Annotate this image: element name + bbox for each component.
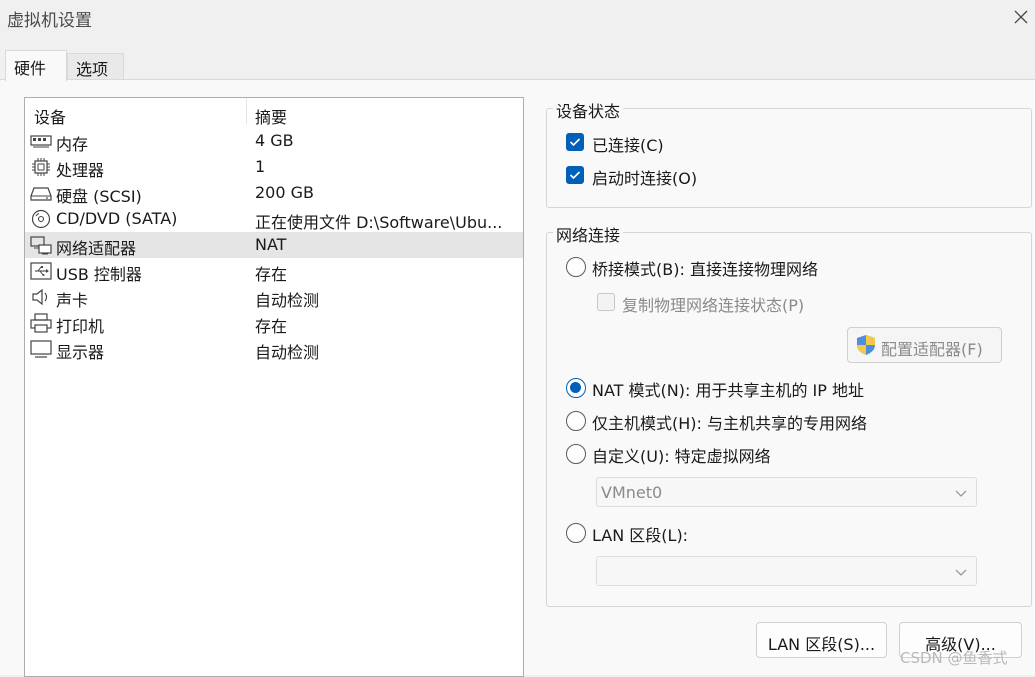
device-summary: 200 GB [255,183,314,202]
connect-at-power-on-checkbox[interactable] [566,166,584,184]
device-name: 网络适配器 [56,239,137,258]
window-title: 虚拟机设置 [7,11,92,31]
cd-dvd-icon [31,209,51,229]
bridged-label[interactable]: 桥接模式(B): 直接连接物理网络 [592,256,818,280]
shield-icon [857,335,875,355]
device-summary: 自动检测 [255,291,320,310]
device-list-header: 设备 摘要 [25,98,523,128]
column-header-summary[interactable]: 摘要 [255,104,287,128]
close-icon[interactable] [1010,6,1032,28]
nat-label[interactable]: NAT 模式(N): 用于共享主机的 IP 地址 [592,377,864,401]
device-name: CD/DVD (SATA) [56,209,178,228]
device-name: 声卡 [56,291,89,310]
chevron-down-icon [955,569,967,576]
device-name: 内存 [56,135,89,154]
device-name: 打印机 [56,317,105,336]
device-summary: 1 [255,157,266,176]
chevron-down-icon [955,490,967,497]
checkmark-icon [569,171,581,180]
device-summary: 正在使用文件 D:\Software\Ubu... [255,213,503,232]
custom-label[interactable]: 自定义(U): 特定虚拟网络 [592,443,771,467]
device-row-cd-dvd[interactable]: CD/DVD (SATA) 正在使用文件 D:\Software\Ubu... [25,206,523,232]
lan-segment-select[interactable] [596,556,977,586]
column-header-device[interactable]: 设备 [34,104,66,128]
device-row-sound-card[interactable]: 声卡 自动检测 [25,284,523,310]
monitor-icon [30,340,52,358]
connected-label[interactable]: 已连接(C) [592,132,664,156]
device-row-memory[interactable]: 内存 4 GB [25,128,523,154]
custom-radio[interactable] [566,444,586,464]
tab-hardware[interactable]: 硬件 [5,50,67,81]
tab-options[interactable]: 选项 [67,53,124,79]
device-summary: NAT [255,235,287,254]
speaker-icon [32,288,48,306]
device-name: 硬盘 (SCSI) [56,187,142,206]
title-bar: 虚拟机设置 [0,0,1035,38]
device-row-network-adapter[interactable]: 网络适配器 NAT [25,232,523,258]
device-status-group [546,108,1032,208]
device-name: 显示器 [56,343,105,362]
custom-network-value: VMnet0 [601,483,663,502]
replicate-state-checkbox[interactable] [597,293,615,311]
checkmark-icon [569,138,581,147]
device-list[interactable]: 设备 摘要 内存 4 GB 处理器 1 硬盘 (SCSI) 200 GB CD/… [24,97,524,677]
lan-segment-radio[interactable] [566,523,586,543]
network-connection-title: 网络连接 [553,222,624,246]
network-adapter-icon [30,236,52,255]
device-row-display[interactable]: 显示器 自动检测 [25,336,523,362]
device-row-processor[interactable]: 处理器 1 [25,154,523,180]
replicate-state-label[interactable]: 复制物理网络连接状态(P) [622,292,804,316]
bridged-radio[interactable] [566,257,586,277]
host-only-label[interactable]: 仅主机模式(H): 与主机共享的专用网络 [592,410,867,434]
device-row-usb-controller[interactable]: USB 控制器 存在 [25,258,523,284]
nat-radio[interactable] [566,378,586,398]
memory-icon [30,135,52,148]
lan-segments-button[interactable]: LAN 区段(S)... [756,622,887,658]
device-summary: 存在 [255,265,288,284]
configure-adapters-label: 配置适配器(F) [881,340,983,359]
watermark: CSDN @鱼香式 [900,649,1008,667]
host-only-radio[interactable] [566,411,586,431]
lan-segment-label[interactable]: LAN 区段(L): [592,522,688,546]
printer-icon [30,313,52,333]
configure-adapters-button[interactable]: 配置适配器(F) [847,327,1002,363]
column-separator[interactable] [246,98,247,124]
connected-checkbox[interactable] [566,133,584,151]
device-row-hard-disk[interactable]: 硬盘 (SCSI) 200 GB [25,180,523,206]
tabstrip-divider [0,79,1035,80]
device-status-title: 设备状态 [553,98,624,122]
device-summary: 自动检测 [255,343,320,362]
custom-network-select[interactable]: VMnet0 [596,477,977,507]
device-summary: 存在 [255,317,288,336]
device-row-printer[interactable]: 打印机 存在 [25,310,523,336]
usb-icon [30,262,52,280]
connect-at-power-on-label[interactable]: 启动时连接(O) [592,165,697,189]
device-name: USB 控制器 [56,265,142,284]
processor-icon [32,158,50,176]
device-name: 处理器 [56,161,105,180]
hard-disk-icon [30,187,52,201]
device-summary: 4 GB [255,131,294,150]
